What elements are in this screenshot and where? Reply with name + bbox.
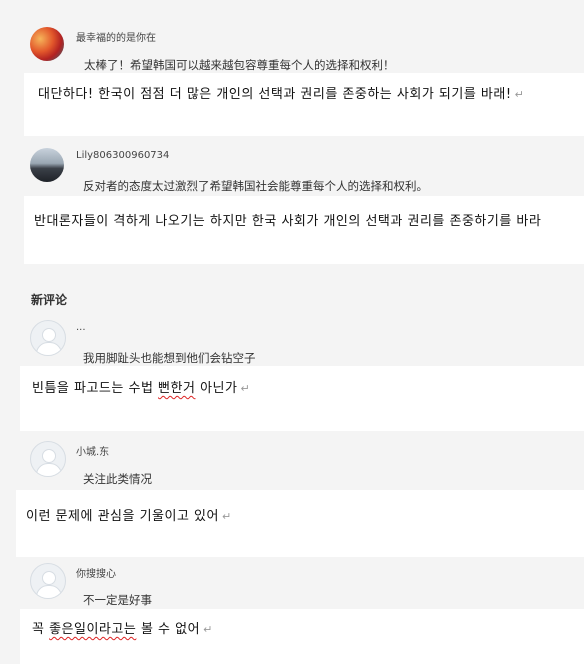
- comment-text: 关注此类情况: [83, 472, 152, 486]
- spellcheck-mark: 좋은일이라고는: [49, 622, 137, 637]
- default-avatar-icon[interactable]: [30, 563, 66, 599]
- comment-username[interactable]: 最幸福的的是你在: [76, 29, 156, 44]
- comment-username[interactable]: Lily806300960734: [76, 150, 169, 161]
- comment-username[interactable]: 小城.东: [76, 443, 109, 458]
- paragraph-mark-icon: ↵: [240, 382, 251, 395]
- sunset-avatar-icon[interactable]: [30, 27, 64, 61]
- comment-username[interactable]: 你搜搜心: [76, 565, 116, 580]
- translation-text: 반대론자들이 격하게 나오기는 하지만 한국 사회가 개인의 선택과 권리를 존…: [34, 214, 542, 229]
- translation-box[interactable]: 이런 문제에 관심을 기울이고 있어 ↵: [16, 490, 584, 557]
- default-avatar-icon[interactable]: [30, 320, 66, 356]
- comment-text: 不一定是好事: [83, 593, 152, 607]
- comment-text: 我用脚趾头也能想到他们会钻空子: [83, 351, 256, 365]
- translation-text: 이런 문제에 관심을 기울이고 있어 ↵: [26, 509, 232, 524]
- translation-box[interactable]: 빈틈을 파고드는 수법 뻔한거 아닌가 ↵: [20, 366, 584, 431]
- translation-box[interactable]: 꼭 좋은일이라고는 볼 수 없어 ↵: [20, 609, 584, 664]
- spellcheck-mark: 뻔한거: [158, 381, 196, 396]
- paragraph-mark-icon: ↵: [221, 510, 232, 523]
- comment-text: 反对者的态度太过激烈了希望韩国社会能尊重每个人的选择和权利。: [83, 179, 428, 193]
- comment-text: 太棒了！希望韩国可以越来越包容尊重每个人的选择和权利！: [84, 58, 395, 72]
- paragraph-mark-icon: ↵: [203, 623, 213, 636]
- translation-text: 빈틈을 파고드는 수법 뻔한거 아닌가 ↵: [32, 381, 251, 396]
- paragraph-mark-icon: ↵: [514, 88, 525, 101]
- new-comments-title: 新评论: [31, 293, 68, 307]
- default-avatar-icon[interactable]: [30, 441, 66, 477]
- translation-box[interactable]: 대단하다! 한국이 점점 더 많은 개인의 선택과 권리를 존중하는 사회가 되…: [24, 73, 584, 136]
- comment-username[interactable]: ...: [76, 322, 86, 333]
- translation-text: 꼭 좋은일이라고는 볼 수 없어 ↵: [32, 622, 213, 637]
- translation-text: 대단하다! 한국이 점점 더 많은 개인의 선택과 권리를 존중하는 사회가 되…: [38, 87, 525, 102]
- translation-box[interactable]: 반대론자들이 격하게 나오기는 하지만 한국 사회가 개인의 선택과 권리를 존…: [24, 196, 584, 264]
- mountain-avatar-icon[interactable]: [30, 148, 64, 182]
